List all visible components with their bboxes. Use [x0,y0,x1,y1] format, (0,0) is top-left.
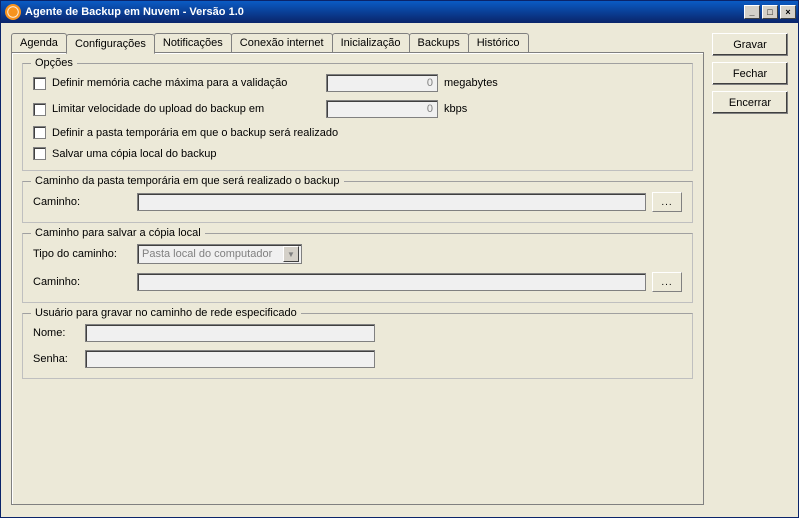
checkbox-temp[interactable] [33,126,46,139]
maximize-button[interactable]: □ [762,5,778,19]
chevron-down-icon: ▼ [283,246,299,262]
browse-local-button[interactable]: ... [652,272,682,292]
browse-temp-button[interactable]: ... [652,192,682,212]
tab-inicializacao[interactable]: Inicialização [332,33,410,52]
select-path-type[interactable]: Pasta local do computador ▼ [137,244,302,264]
tab-panel: Opções Definir memória cache máxima para… [11,52,704,505]
label-limit: Limitar velocidade do upload do backup e… [52,103,320,115]
tab-configuracoes[interactable]: Configurações [66,34,155,54]
window-title: Agente de Backup em Nuvem - Versão 1.0 [25,6,744,18]
sidebar: Gravar Fechar Encerrar [712,33,788,507]
group-opcoes-legend: Opções [31,57,77,69]
label-local-path: Caminho: [33,276,131,288]
main-area: Agenda Configurações Notificações Conexã… [11,33,704,507]
gravar-button[interactable]: Gravar [712,33,788,56]
label-local: Salvar uma cópia local do backup [52,148,216,160]
input-local-path[interactable] [137,273,646,291]
tabstrip: Agenda Configurações Notificações Conexã… [11,33,704,52]
checkbox-limit[interactable] [33,103,46,116]
checkbox-local[interactable] [33,147,46,160]
tab-backups[interactable]: Backups [409,33,469,52]
group-local-path: Caminho para salvar a cópia local Tipo d… [22,233,693,303]
unit-cache: megabytes [444,77,498,89]
label-cache: Definir memória cache máxima para a vali… [52,77,320,89]
label-temp: Definir a pasta temporária em que o back… [52,127,338,139]
tab-agenda[interactable]: Agenda [11,33,67,52]
app-icon [5,4,21,20]
input-password[interactable] [85,350,375,368]
label-username: Nome: [33,327,79,339]
group-opcoes: Opções Definir memória cache máxima para… [22,63,693,171]
group-user: Usuário para gravar no caminho de rede e… [22,313,693,379]
group-local-legend: Caminho para salvar a cópia local [31,227,205,239]
input-username[interactable] [85,324,375,342]
label-temp-path: Caminho: [33,196,131,208]
tab-conexao-internet[interactable]: Conexão internet [231,33,333,52]
group-temp-legend: Caminho da pasta temporária em que será … [31,175,344,187]
group-user-legend: Usuário para gravar no caminho de rede e… [31,307,301,319]
input-cache[interactable] [326,74,438,92]
minimize-button[interactable]: _ [744,5,760,19]
close-button[interactable]: × [780,5,796,19]
fechar-button[interactable]: Fechar [712,62,788,85]
app-window: Agente de Backup em Nuvem - Versão 1.0 _… [0,0,799,518]
label-path-type: Tipo do caminho: [33,248,131,260]
group-temp-path: Caminho da pasta temporária em que será … [22,181,693,223]
encerrar-button[interactable]: Encerrar [712,91,788,114]
tab-notificacoes[interactable]: Notificações [154,33,232,52]
input-temp-path[interactable] [137,193,646,211]
label-password: Senha: [33,353,79,365]
unit-limit: kbps [444,103,467,115]
tab-historico[interactable]: Histórico [468,33,529,52]
select-path-type-value: Pasta local do computador [142,248,272,260]
checkbox-cache[interactable] [33,77,46,90]
titlebar: Agente de Backup em Nuvem - Versão 1.0 _… [1,1,798,23]
input-limit[interactable] [326,100,438,118]
